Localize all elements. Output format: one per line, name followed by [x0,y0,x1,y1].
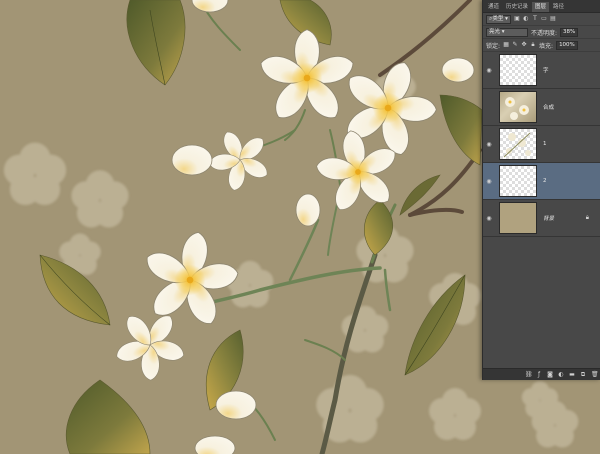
tab-layers[interactable]: 图层 [532,2,550,12]
lock-brush-icon[interactable]: ✎ [512,42,518,48]
lock-move-icon[interactable]: ✥ [521,42,527,48]
blend-row: 亮光 ▾ 不透明度: 38% [483,26,600,39]
layer-name: 背景 [543,216,555,222]
mask-icon[interactable]: ◙ [547,371,553,378]
fill-input[interactable]: 100% [556,40,578,50]
trash-icon[interactable]: 🗑︎ [591,371,599,378]
layer-row-text[interactable]: ◉ 字 [483,52,600,89]
tab-history[interactable]: 历史记录 [503,2,531,12]
eye-hidden-icon[interactable] [483,104,495,111]
filter-type-icon[interactable]: T [532,16,538,22]
adjustment-icon[interactable]: ◐ [558,371,564,378]
filter-pixel-icon[interactable]: ▣ [514,16,520,22]
lock-icon: 🔒︎ [585,214,589,221]
tab-channels[interactable]: 通道 [485,2,502,12]
layer-name: 1 [543,141,547,147]
panel-tabs: 通道 历史记录 图层 路径 [483,0,600,13]
filter-shape-icon[interactable]: ▭ [541,16,547,22]
layer-name: 合成 [543,105,555,111]
layer-thumbnail [499,202,537,234]
layer-row-2[interactable]: ◉ 2 [483,163,600,200]
eye-icon[interactable]: ◉ [483,67,495,74]
filter-adjustment-icon[interactable]: ◐ [523,16,529,22]
layer-thumbnail [499,165,537,197]
opacity-input[interactable]: 38% [560,27,579,37]
layer-kind-filter[interactable]: ⌕类型 ▾ [486,14,511,24]
layer-row-background[interactable]: ◉ 背景 🔒︎ [483,200,600,237]
link-icon[interactable]: ⛓︎ [525,371,533,378]
blend-mode-select[interactable]: 亮光 ▾ [486,27,528,37]
layer-name: 2 [543,178,547,184]
layer-row-composite[interactable]: 合成 [483,89,600,126]
layer-row-1[interactable]: ◉ 1 [483,126,600,163]
folder-icon[interactable]: ▬ [569,371,575,378]
eye-icon[interactable]: ◉ [483,141,495,148]
layer-actions-bar: ⛓︎ ƒ ◙ ◐ ▬ ⧉ 🗑︎ [483,368,600,380]
lock-row: 锁定: ▦ ✎ ✥ 🔒︎ 填充: 100% [483,39,600,52]
eye-icon[interactable]: ◉ [483,178,495,185]
new-layer-icon[interactable]: ⧉ [580,371,586,378]
lock-transparent-icon[interactable]: ▦ [503,42,509,48]
layers-panel: 通道 历史记录 图层 路径 ⌕类型 ▾ ▣ ◐ T ▭ ▤ 亮光 ▾ 不透明度:… [482,0,600,380]
eye-icon[interactable]: ◉ [483,215,495,222]
layer-thumbnail [499,54,537,86]
filter-row: ⌕类型 ▾ ▣ ◐ T ▭ ▤ [483,13,600,26]
lock-label: 锁定: [486,42,501,50]
lock-all-icon[interactable]: 🔒︎ [530,42,536,48]
filter-smart-icon[interactable]: ▤ [550,16,556,22]
layer-thumbnail [499,128,537,160]
opacity-label: 不透明度: [531,29,558,37]
tab-paths[interactable]: 路径 [550,2,567,12]
layer-thumbnail [499,91,537,123]
layer-list: ◉ 字 合成 ◉ 1 ◉ 2 ◉ 背景 🔒︎ [483,52,600,237]
layer-name: 字 [543,68,549,74]
fx-icon[interactable]: ƒ [536,371,542,378]
fill-label: 填充: [539,42,554,50]
